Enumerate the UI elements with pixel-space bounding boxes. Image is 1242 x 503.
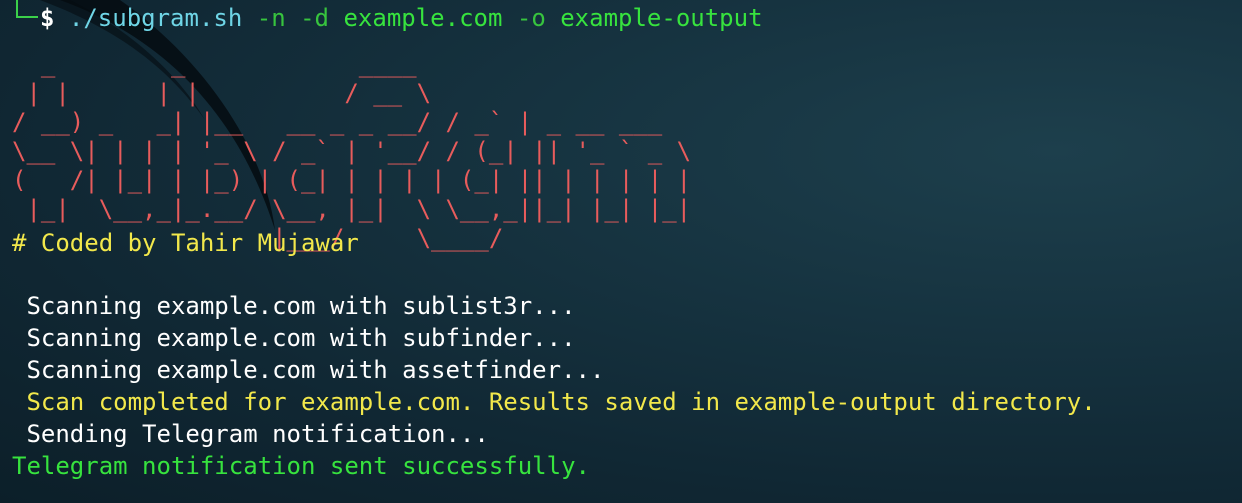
scan-line-sublist3r: Scanning example.com with sublist3r... bbox=[12, 292, 576, 320]
flag-n: -n bbox=[256, 4, 286, 32]
scan-line-assetfinder: Scanning example.com with assetfinder... bbox=[12, 356, 605, 384]
command-script: ./subgram.sh bbox=[68, 4, 243, 32]
command-line: $ ./subgram.sh -n -d example.com -o exam… bbox=[40, 2, 763, 34]
credit-line: # Coded by Tahir Mujawar bbox=[12, 229, 359, 257]
flag-o: -o bbox=[516, 4, 546, 32]
telegram-sending-line: Sending Telegram notification... bbox=[12, 420, 489, 448]
flag-d: -d bbox=[300, 4, 330, 32]
ascii-banner: _ _ ____ | | | | / __ \ / __) _ _| |__ _… bbox=[12, 50, 692, 252]
domain-arg: example.com bbox=[343, 4, 503, 32]
scan-complete-line: Scan completed for example.com. Results … bbox=[12, 388, 1096, 416]
prompt-symbol: $ bbox=[40, 4, 55, 32]
output-arg: example-output bbox=[560, 4, 763, 32]
scan-line-subfinder: Scanning example.com with subfinder... bbox=[12, 324, 576, 352]
telegram-success-line: Telegram notification sent successfully. bbox=[12, 452, 590, 480]
terminal-window[interactable]: $ ./subgram.sh -n -d example.com -o exam… bbox=[0, 0, 1242, 503]
prompt-corner-glyph bbox=[16, 0, 38, 18]
